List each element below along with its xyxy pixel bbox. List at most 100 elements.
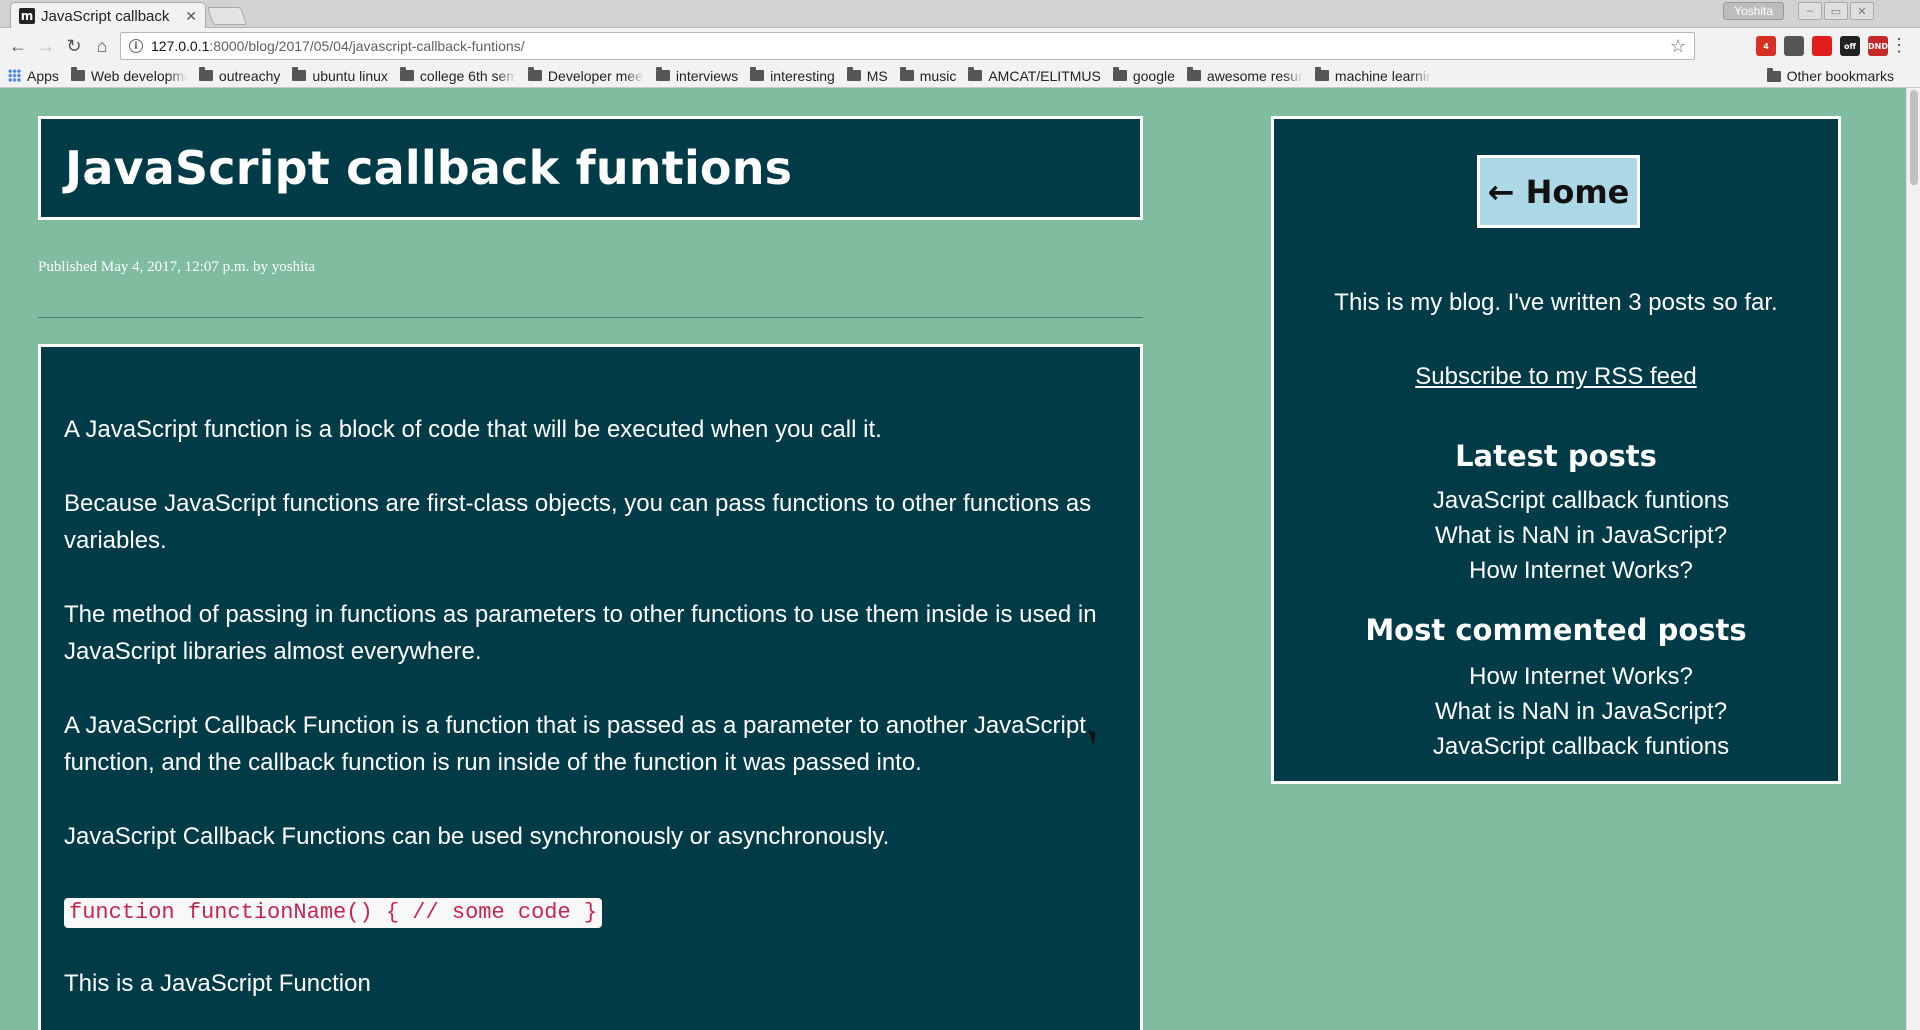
maximize-icon[interactable]: ▭ [1824, 2, 1848, 20]
bookmark-label: machine learning [1334, 67, 1431, 84]
bookmark-label: Developer meets [547, 67, 644, 84]
bookmark-label: outreachy [218, 67, 281, 84]
latest-posts-heading: Latest posts [1455, 439, 1657, 473]
post-link[interactable]: JavaScript callback funtions [1433, 487, 1729, 514]
rss-feed: Subscribe to my RSS feed [1274, 363, 1838, 391]
apps-grid-icon [8, 69, 21, 82]
bookmark-label: awesome resume [1206, 67, 1303, 84]
bookmark-folder[interactable]: Web developmer [70, 67, 187, 84]
profile-button[interactable]: Yoshita [1723, 2, 1784, 20]
post-paragraph: JavaScript Callback Functions can be use… [64, 823, 890, 850]
post-link[interactable]: How Internet Works? [1469, 663, 1693, 690]
bookmark-label: college 6th sem [419, 67, 516, 84]
bookmark-label: interviews [675, 67, 739, 84]
bookmark-folder[interactable]: interviews [655, 67, 739, 84]
post-link[interactable]: JavaScript callback funtions [1433, 733, 1729, 760]
bookmark-folder[interactable]: MS [846, 67, 888, 84]
folder-icon [899, 67, 914, 81]
extension-badge: DND [1868, 41, 1888, 51]
post-paragraph: A JavaScript function is a block of code… [64, 416, 882, 443]
tab-strip: m JavaScript callback ✕ Yoshita – ▭ ✕ [0, 0, 1920, 29]
bookmark-folder[interactable]: interesting [750, 67, 835, 84]
bookmark-folder[interactable]: google [1112, 67, 1175, 84]
post-list-item: JavaScript callback funtions [1324, 483, 1838, 518]
address-bar[interactable]: i 127.0.0.1:8000/blog/2017/05/04/javascr… [120, 32, 1695, 60]
post-paragraph: This is a JavaScript Function [64, 970, 371, 997]
bookmark-folder[interactable]: outreachy [198, 67, 281, 84]
post-list-item: How Internet Works? [1324, 659, 1838, 694]
scrollbar[interactable] [1906, 88, 1920, 1030]
bookmark-folder[interactable]: college 6th sem [399, 67, 516, 84]
new-tab-button[interactable] [206, 7, 248, 25]
most-commented-heading: Most commented posts [1365, 613, 1747, 647]
divider [38, 317, 1143, 318]
folder-icon [399, 67, 414, 81]
folder-icon [198, 67, 213, 81]
browser-tab[interactable]: m JavaScript callback ✕ [10, 2, 206, 29]
close-window-icon[interactable]: ✕ [1850, 2, 1874, 20]
opera-icon[interactable] [1812, 36, 1832, 56]
reload-icon[interactable]: ↻ [60, 32, 88, 60]
bookmark-folder[interactable]: music [899, 67, 957, 84]
minimize-icon[interactable]: – [1798, 2, 1822, 20]
bookmark-label: Apps [27, 67, 59, 84]
github-icon[interactable]: off [1840, 36, 1860, 56]
bookmark-label: interesting [770, 67, 835, 84]
info-icon[interactable]: i [129, 39, 143, 53]
bookmark-label: music [919, 67, 957, 84]
pocket-icon[interactable] [1784, 36, 1804, 56]
menu-dots-icon[interactable]: ⋮ [1890, 35, 1908, 56]
bookmark-folder[interactable]: awesome resume [1186, 67, 1303, 84]
folder-icon [655, 67, 670, 81]
forward-arrow-icon[interactable]: → [32, 32, 60, 60]
folder-icon [1314, 67, 1329, 81]
folder-icon [292, 67, 307, 81]
bookmark-folder[interactable]: Developer meets [527, 67, 644, 84]
home-icon[interactable]: ⌂ [88, 32, 116, 60]
folder-icon [1186, 67, 1201, 81]
post-list-item: What is NaN in JavaScript? [1324, 518, 1838, 553]
bookmark-star-icon[interactable]: ☆ [1670, 36, 1686, 57]
post-link[interactable]: What is NaN in JavaScript? [1435, 698, 1727, 725]
url-text: 127.0.0.1:8000/blog/2017/05/04/javascrip… [151, 38, 525, 54]
folder-icon [750, 67, 765, 81]
folder-icon [1112, 67, 1127, 81]
apps-bookmark[interactable]: Apps [8, 68, 59, 84]
mail-dnd-icon[interactable]: DND [1868, 36, 1888, 56]
tab-title: JavaScript callback [41, 7, 170, 25]
folder-icon [968, 67, 983, 81]
home-button[interactable]: ← Home [1477, 155, 1640, 228]
post-meta: Published May 4, 2017, 12:07 p.m. by yos… [38, 259, 316, 275]
browser-toolbar: ← → ↻ ⌂ i 127.0.0.1:8000/blog/2017/05/04… [0, 28, 1920, 64]
bookmark-label: google [1132, 67, 1175, 84]
bookmark-label: ubuntu linux [312, 67, 388, 84]
folder-icon [1766, 67, 1781, 82]
bookmark-folder[interactable]: ubuntu linux [292, 67, 388, 84]
post-link[interactable]: How Internet Works? [1469, 557, 1693, 584]
bookmark-label: MS [866, 67, 888, 84]
rss-feed-link[interactable]: Subscribe to my RSS feed [1415, 363, 1696, 390]
sidebar: ← Home This is my blog. I've written 3 p… [1271, 116, 1841, 784]
other-bookmarks[interactable]: Other bookmarks [1766, 67, 1894, 84]
red-extension-icon[interactable]: 4 [1756, 36, 1776, 56]
bookmarks-bar: Apps Web developmer outreachy ubuntu linux c… [0, 64, 1920, 88]
bookmark-folder[interactable]: machine learning [1314, 67, 1431, 84]
post-paragraph: Because JavaScript functions are first-c… [64, 490, 1092, 554]
folder-icon [527, 67, 542, 81]
post-paragraph: A JavaScript Callback Function is a func… [64, 712, 1086, 776]
scrollbar-thumb[interactable] [1910, 90, 1918, 185]
close-tab-icon[interactable]: ✕ [185, 8, 197, 25]
bookmark-label: AMCAT/ELITMUS [988, 67, 1101, 84]
post-title: JavaScript callback funtions [65, 141, 793, 195]
page-viewport: JavaScript callback funtions Published M… [0, 88, 1906, 1030]
site-favicon-icon: m [19, 8, 35, 24]
post-content: A JavaScript function is a block of code… [38, 344, 1143, 1030]
post-link[interactable]: What is NaN in JavaScript? [1435, 522, 1727, 549]
bookmark-label: Web developmer [90, 67, 187, 84]
extension-badge: 4 [1763, 41, 1769, 51]
bookmark-folder[interactable]: AMCAT/ELITMUS [968, 67, 1101, 84]
post-list-item: How Internet Works? [1324, 553, 1838, 588]
most-commented-list: How Internet Works? What is NaN in JavaSc… [1274, 659, 1838, 764]
back-arrow-icon[interactable]: ← [4, 32, 32, 60]
latest-posts-list: JavaScript callback funtions What is NaN … [1274, 483, 1838, 588]
